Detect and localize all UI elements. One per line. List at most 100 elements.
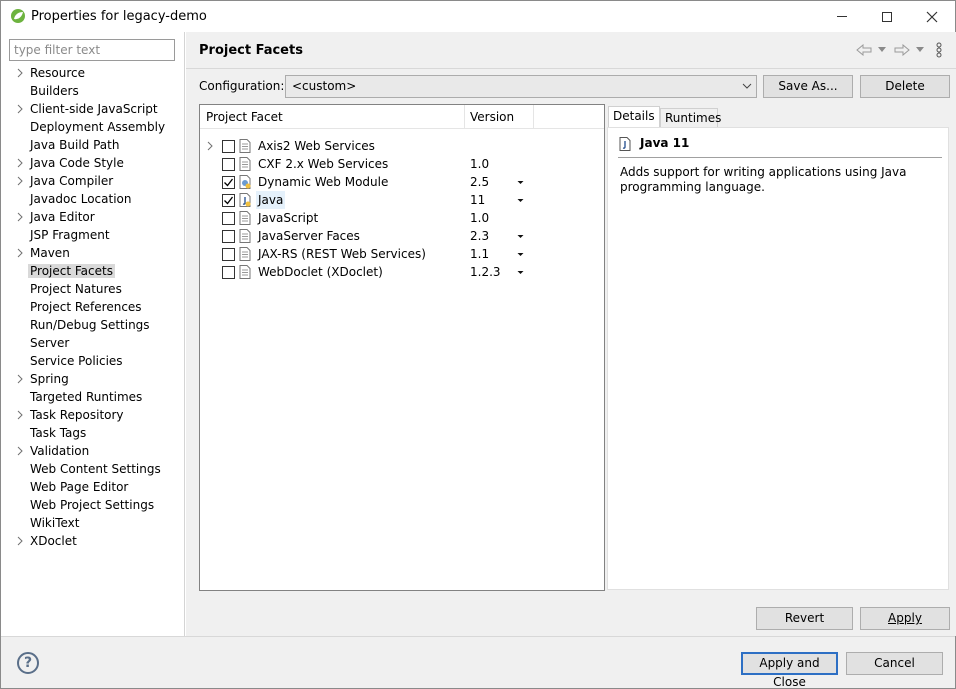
close-button[interactable] [909, 1, 955, 32]
tree-item[interactable]: Java Build Path [1, 136, 185, 154]
facet-version[interactable]: 1.2.3 [470, 263, 501, 281]
column-header-facet[interactable]: Project Facet [200, 105, 283, 129]
facet-version[interactable]: 2.5 [470, 173, 489, 191]
version-dropdown-icon[interactable] [517, 263, 524, 281]
facet-row[interactable]: JavaServer Faces 2.3 [200, 227, 604, 245]
chevron-right-icon[interactable] [15, 406, 25, 424]
tree-item[interactable]: Run/Debug Settings [1, 316, 185, 334]
tree-item[interactable]: Project Natures [1, 280, 185, 298]
facet-checkbox[interactable] [222, 230, 235, 243]
version-dropdown-icon[interactable] [517, 191, 524, 209]
configuration-select[interactable]: <custom> [285, 75, 757, 98]
save-as-label: Save As... [778, 79, 838, 93]
facet-checkbox[interactable] [222, 140, 235, 153]
tree-item[interactable]: JSP Fragment [1, 226, 185, 244]
tree-item[interactable]: Client-side JavaScript [1, 100, 185, 118]
tree-item[interactable]: Deployment Assembly [1, 118, 185, 136]
dialog-footer: ? Apply and Close Cancel [1, 636, 955, 689]
apply-label: Apply [888, 611, 922, 625]
minimize-button[interactable] [819, 1, 865, 32]
facet-version[interactable]: 2.3 [470, 227, 489, 245]
back-arrow-icon[interactable] [856, 44, 872, 56]
facet-version[interactable]: 1.1 [470, 245, 489, 263]
facet-version[interactable]: 11 [470, 191, 485, 209]
filter-input[interactable] [9, 39, 175, 61]
facet-row[interactable]: WebDoclet (XDoclet) 1.2.3 [200, 263, 604, 281]
version-dropdown-icon[interactable] [517, 227, 524, 245]
tree-item[interactable]: Server [1, 334, 185, 352]
chevron-right-icon[interactable] [15, 370, 25, 388]
tree-item[interactable]: Javadoc Location [1, 190, 185, 208]
apply-and-close-button[interactable]: Apply and Close [741, 652, 838, 689]
facet-row[interactable]: CXF 2.x Web Services 1.0 [200, 155, 604, 173]
tree-item[interactable]: XDoclet [1, 532, 185, 550]
delete-button[interactable]: Delete [860, 75, 950, 98]
chevron-right-icon[interactable] [206, 137, 214, 155]
chevron-right-icon[interactable] [15, 532, 25, 550]
facet-document-icon [239, 229, 251, 243]
chevron-right-icon[interactable] [15, 208, 25, 226]
tab-runtimes[interactable]: Runtimes [660, 108, 721, 127]
tree-item[interactable]: Task Repository [1, 406, 185, 424]
chevron-right-icon[interactable] [15, 442, 25, 460]
tree-item[interactable]: Web Page Editor [1, 478, 185, 496]
help-icon[interactable]: ? [17, 652, 39, 674]
chevron-right-icon[interactable] [15, 172, 25, 190]
facet-row[interactable]: Axis2 Web Services [200, 137, 604, 155]
facet-document-icon [239, 247, 251, 261]
version-dropdown-icon[interactable] [517, 173, 524, 191]
tab-details[interactable]: Details [608, 106, 660, 128]
facet-checkbox[interactable] [222, 158, 235, 171]
tree-item[interactable]: Service Policies [1, 352, 185, 370]
facet-version: 1.0 [470, 211, 490, 225]
tree-item[interactable]: Java Compiler [1, 172, 185, 190]
facet-checkbox[interactable] [222, 176, 235, 189]
facet-checkbox[interactable] [222, 248, 235, 261]
tree-item[interactable]: Spring [1, 370, 185, 388]
save-as-button[interactable]: Save As... [763, 75, 853, 98]
facet-checkbox[interactable] [222, 194, 235, 207]
facet-checkbox[interactable] [222, 212, 235, 225]
tree-item[interactable]: Task Tags [1, 424, 185, 442]
tree-item[interactable]: Java Editor [1, 208, 185, 226]
facet-name: JAX-RS (REST Web Services) [258, 247, 426, 261]
tree-item[interactable]: WikiText [1, 514, 185, 532]
facet-row[interactable]: JAX-RS (REST Web Services) 1.1 [200, 245, 604, 263]
cancel-button[interactable]: Cancel [846, 652, 943, 675]
facet-checkbox[interactable] [222, 266, 235, 279]
tree-item-label: Deployment Assembly [30, 120, 166, 134]
tree-item[interactable]: Targeted Runtimes [1, 388, 185, 406]
tree-item-label: Client-side JavaScript [30, 102, 158, 116]
version-dropdown-icon[interactable] [517, 245, 524, 263]
chevron-right-icon[interactable] [15, 64, 25, 82]
tree-item[interactable]: Project Facets [1, 262, 185, 280]
view-menu-icon[interactable] [936, 42, 942, 58]
facet-row[interactable]: Dynamic Web Module 2.5 [200, 173, 604, 191]
tree-item[interactable]: Validation [1, 442, 185, 460]
tree-item[interactable]: Project References [1, 298, 185, 316]
facet-version: 1.0 [470, 157, 490, 171]
maximize-button[interactable] [864, 1, 910, 32]
tree-item[interactable]: Maven [1, 244, 185, 262]
tree-item[interactable]: Web Project Settings [1, 496, 185, 514]
forward-dropdown-icon[interactable] [916, 47, 924, 53]
tree-item[interactable]: Resource [1, 64, 185, 82]
checkmark-icon [224, 196, 234, 205]
forward-arrow-icon[interactable] [894, 44, 910, 56]
chevron-right-icon[interactable] [15, 100, 25, 118]
column-header-version[interactable]: Version [464, 105, 514, 129]
tree-item[interactable]: Web Content Settings [1, 460, 185, 478]
maximize-icon [882, 11, 892, 22]
details-pane: Java 11 Adds support for writing applica… [607, 127, 949, 590]
facet-row[interactable]: JavaScript 1.0 [200, 209, 604, 227]
tree-item[interactable]: Builders [1, 82, 185, 100]
chevron-right-icon[interactable] [15, 244, 25, 262]
chevron-right-icon[interactable] [15, 154, 25, 172]
revert-button[interactable]: Revert [756, 607, 853, 630]
tree-item[interactable]: Java Code Style [1, 154, 185, 172]
tree-item-label: Java Build Path [30, 138, 120, 152]
back-dropdown-icon[interactable] [878, 47, 886, 53]
facet-row[interactable]: Java 11 [200, 191, 604, 209]
apply-button[interactable]: Apply [860, 607, 950, 630]
cancel-label: Cancel [874, 656, 915, 670]
